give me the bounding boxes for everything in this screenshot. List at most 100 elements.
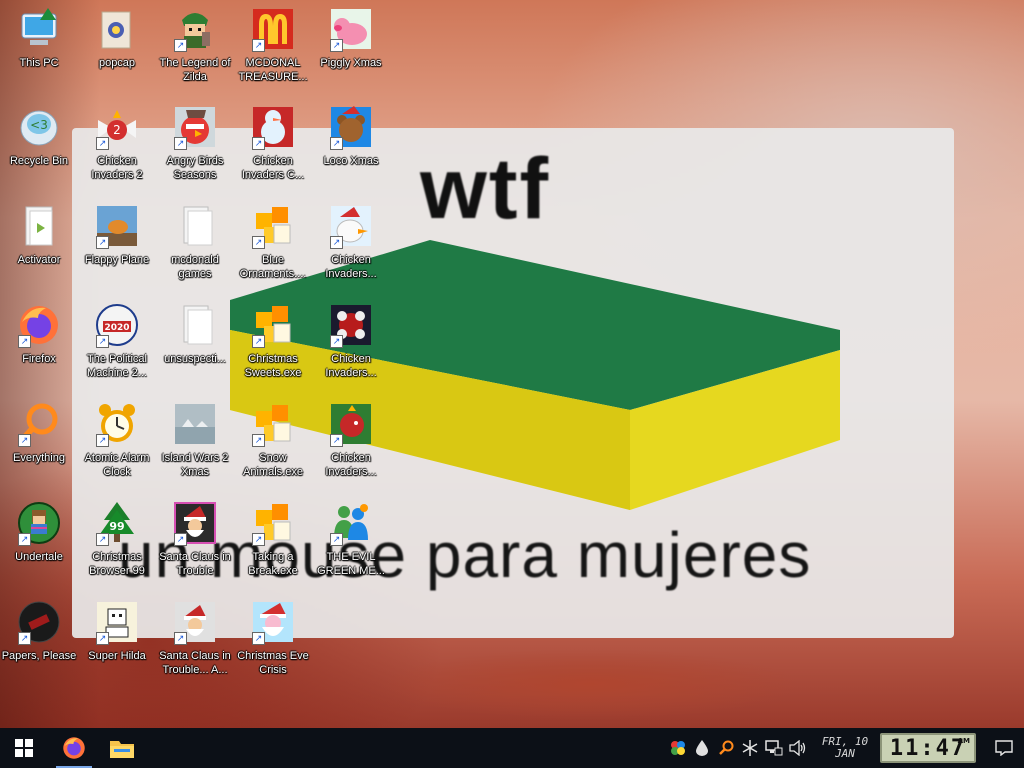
droplet-icon[interactable] xyxy=(690,728,714,768)
shortcut-arrow-icon: ↗ xyxy=(330,335,343,348)
desktop-icon-recycle-bin[interactable]: <3 Recycle Bin xyxy=(0,104,78,168)
search-icon[interactable] xyxy=(714,728,738,768)
taskbar: FRI, 10 JAN 11:47 AM xyxy=(0,728,1024,768)
desktop-icon-island-wars[interactable]: Island Wars 2 Xmas xyxy=(156,401,234,479)
desktop-icon-everything[interactable]: ↗ Everything xyxy=(0,401,78,465)
icon-label: Chicken Invaders... xyxy=(325,353,377,379)
clock-widget[interactable]: 11:47 AM xyxy=(880,733,976,763)
icon-label: Everything xyxy=(13,452,65,464)
chicken-invaders-4-icon: ↗ xyxy=(328,302,374,348)
firefox-taskbar-button[interactable] xyxy=(50,728,98,768)
christmas-tree-icon: 99 ↗ xyxy=(94,500,140,546)
icon-label: Recycle Bin xyxy=(9,155,69,167)
desktop-icon-chicken-invaders-5[interactable]: ↗ Chicken Invaders... xyxy=(312,401,390,479)
desktop-icon-papers-please[interactable]: ↗ Papers, Please xyxy=(0,599,78,663)
icon-label: Chicken Invaders... xyxy=(325,254,377,280)
chicken-invaders-5-icon: ↗ xyxy=(328,401,374,447)
icon-label: The Political Machine 2... xyxy=(87,353,147,379)
icon-label: THE EVIL GREEN ME... xyxy=(317,551,385,577)
desktop-icon-taking-a-break[interactable]: ↗ Taking a Break.exe xyxy=(234,500,312,578)
alarm-clock-icon: ↗ xyxy=(94,401,140,447)
angry-birds-icon: ↗ xyxy=(172,104,218,150)
desktop-icon-chicken-invaders-2[interactable]: 2 ↗ Chicken Invaders 2 xyxy=(78,104,156,182)
icon-label: popcap xyxy=(98,57,136,69)
desktop-icon-activator[interactable]: Activator xyxy=(0,203,78,267)
shortcut-arrow-icon: ↗ xyxy=(96,434,109,447)
security-icon[interactable] xyxy=(666,728,690,768)
network-icon[interactable] xyxy=(762,728,786,768)
shortcut-arrow-icon: ↗ xyxy=(252,236,265,249)
santa-trouble-2-icon: ↗ xyxy=(172,599,218,645)
shortcut-arrow-icon: ↗ xyxy=(252,39,265,52)
everything-icon: ↗ xyxy=(16,401,62,447)
icon-label: Piggly Xmas xyxy=(320,57,382,69)
shortcut-arrow-icon: ↗ xyxy=(252,632,265,645)
desktop-icon-piggly-xmas[interactable]: ↗ Piggly Xmas xyxy=(312,6,390,70)
snowflake-icon[interactable] xyxy=(738,728,762,768)
shortcut-arrow-icon: ↗ xyxy=(174,39,187,52)
icon-label: Undertale xyxy=(15,551,63,563)
desktop-icon-this-pc[interactable]: This PC xyxy=(0,6,78,70)
desktop-icon-chicken-invaders-c[interactable]: ↗ Chicken Invaders C... xyxy=(234,104,312,182)
desktop-icon-chicken-invaders-xmas[interactable]: ↗ Chicken Invaders... xyxy=(312,203,390,281)
puzzle-icon: ↗ xyxy=(250,401,296,447)
desktop-icon-evil-green-messenger[interactable]: ↗ THE EVIL GREEN ME... xyxy=(312,500,390,578)
papers-please-icon: ↗ xyxy=(16,599,62,645)
icon-label: Chicken Invaders 2 xyxy=(91,155,143,181)
desktop-icon-christmas-sweets[interactable]: ↗ Christmas Sweets.exe xyxy=(234,302,312,380)
desktop-icon-blue-ornaments[interactable]: ↗ Blue Ornaments.... xyxy=(234,203,312,281)
icon-label: Atomic Alarm Clock xyxy=(84,452,150,478)
icon-label: Chicken Invaders... xyxy=(325,452,377,478)
file-explorer-taskbar-button[interactable] xyxy=(98,728,146,768)
folder-icon xyxy=(172,203,218,249)
desktop-icon-christmas-browser[interactable]: 99 ↗ Christmas Browser 99 xyxy=(78,500,156,578)
puzzle-icon: ↗ xyxy=(250,500,296,546)
desktop-icon-chicken-invaders-4[interactable]: ↗ Chicken Invaders... xyxy=(312,302,390,380)
desktop-icon-santa-claus-trouble-again[interactable]: ↗ Santa Claus in Trouble... A... xyxy=(156,599,234,677)
desktop-icon-angry-birds-seasons[interactable]: ↗ Angry Birds Seasons xyxy=(156,104,234,182)
desktop-icon-atomic-alarm-clock[interactable]: ↗ Atomic Alarm Clock xyxy=(78,401,156,479)
notification-icon xyxy=(995,740,1013,756)
political-machine-icon: 2020 ↗ xyxy=(94,302,140,348)
icon-label: mcdonald games xyxy=(171,254,219,280)
snowman-icon: ↗ xyxy=(250,104,296,150)
desktop-icon-super-hilda[interactable]: ↗ Super Hilda xyxy=(78,599,156,663)
firefox-icon: ↗ xyxy=(16,302,62,348)
desktop-icon-snow-animals[interactable]: ↗ Snow Animals.exe xyxy=(234,401,312,479)
shortcut-arrow-icon: ↗ xyxy=(330,236,343,249)
desktop-icon-loco-xmas[interactable]: ↗ Loco Xmas xyxy=(312,104,390,168)
puzzle-icon: ↗ xyxy=(250,203,296,249)
undertale-icon: ↗ xyxy=(16,500,62,546)
desktop-icon-unsuspecti[interactable]: unsuspecti... xyxy=(156,302,234,366)
recycle-bin-icon: <3 xyxy=(16,104,62,150)
folder-icon xyxy=(110,741,134,758)
start-button[interactable] xyxy=(0,728,48,768)
icon-label: Firefox xyxy=(22,353,56,365)
mcdonalds-icon: ↗ xyxy=(250,6,296,52)
shortcut-arrow-icon: ↗ xyxy=(330,137,343,150)
icon-label: Blue Ornaments.... xyxy=(239,254,307,280)
chicken-invaders-2-icon: 2 ↗ xyxy=(94,104,140,150)
volume-icon[interactable] xyxy=(786,728,810,768)
icon-label: This PC xyxy=(19,57,59,69)
meme-top-text: wtf xyxy=(420,141,551,237)
legend-zilda-icon: ↗ xyxy=(172,6,218,52)
santa-trouble-icon: ↗ xyxy=(172,500,218,546)
desktop-icon-undertale[interactable]: ↗ Undertale xyxy=(0,500,78,564)
desktop-icon-popcap[interactable]: popcap xyxy=(78,6,156,70)
desktop-icon-mcdonald-games[interactable]: mcdonald games xyxy=(156,203,234,281)
desktop-icon-political-machine[interactable]: 2020 ↗ The Political Machine 2... xyxy=(78,302,156,380)
action-center-button[interactable] xyxy=(984,728,1024,768)
desktop-icon-flappy-plane[interactable]: ↗ Flappy Plane xyxy=(78,203,156,267)
date-widget[interactable]: FRI, 10 JAN xyxy=(816,736,874,760)
clock-ampm: AM xyxy=(957,737,970,745)
icon-label: Activator xyxy=(17,254,61,266)
desktop-icon-christmas-eve-crisis[interactable]: ↗ Christmas Eve Crisis xyxy=(234,599,312,677)
icon-label: unsuspecti... xyxy=(164,353,226,365)
date-month: JAN xyxy=(835,747,855,760)
desktop-icon-mcdonal-treasure[interactable]: ↗ MCDONAL TREASURE... xyxy=(234,6,312,84)
desktop-icon-legend-of-zilda[interactable]: ↗ The Legend of Zilda xyxy=(156,6,234,84)
svg-text:99: 99 xyxy=(109,520,124,533)
desktop-icon-santa-claus-trouble[interactable]: ↗ Santa Claus in Trouble xyxy=(156,500,234,578)
desktop-icon-firefox[interactable]: ↗ Firefox xyxy=(0,302,78,366)
